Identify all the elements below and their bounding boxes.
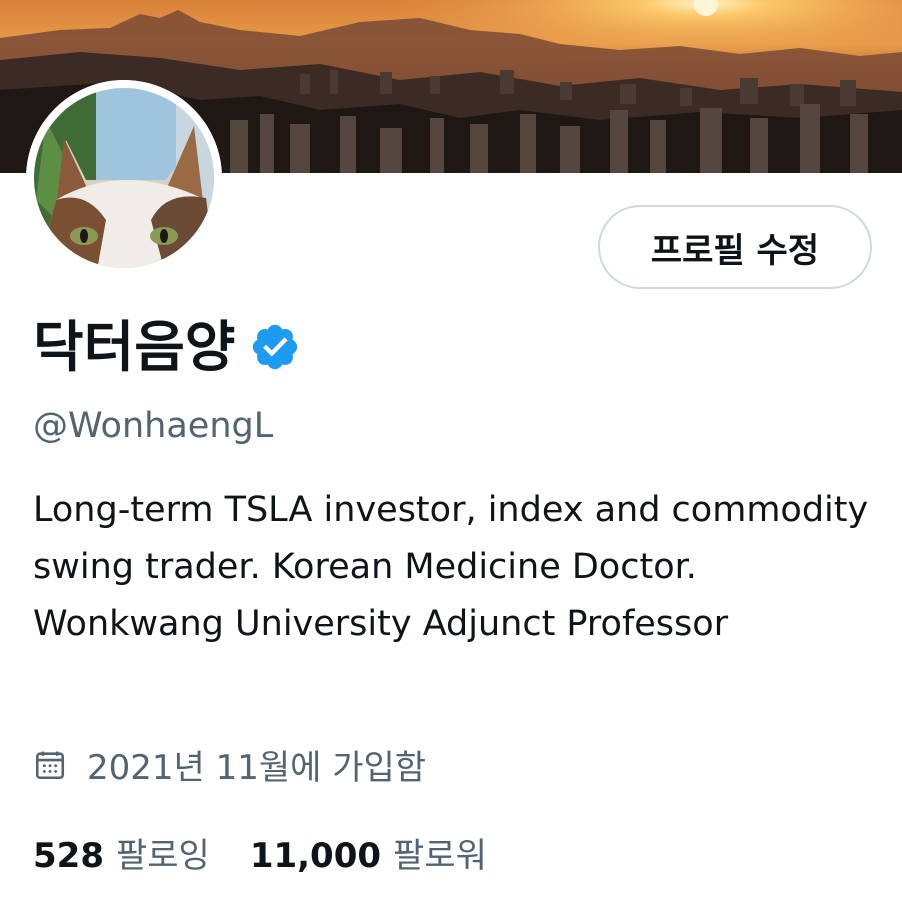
calendar-icon [35,751,65,779]
display-name: 닥터음양 [33,315,236,379]
joined-date: 2021년 11월에 가입함 [87,748,427,788]
following-link[interactable]: 528 팔로잉 [33,828,210,877]
followers-label: 팔로워 [393,836,487,876]
edit-profile-button[interactable]: 프로필 수정 [598,205,872,289]
joined-date-row: 2021년 11월에 가입함 [33,740,426,789]
verified-badge-icon[interactable] [249,321,301,373]
user-handle: @WonhaengL [33,406,274,446]
edit-profile-label: 프로필 수정 [650,230,820,271]
followers-count: 11,000 [249,836,382,876]
following-label: 팔로잉 [115,836,210,876]
profile-bio: Long-term TSLA investor, index and commo… [33,490,869,644]
followers-link[interactable]: 11,000 팔로워 [250,828,487,877]
follow-stats: 528 팔로잉 11,000 팔로워 [33,828,527,877]
profile-avatar[interactable] [26,80,222,276]
display-name-row: 닥터음양 [33,312,301,382]
following-count: 528 [33,836,104,876]
